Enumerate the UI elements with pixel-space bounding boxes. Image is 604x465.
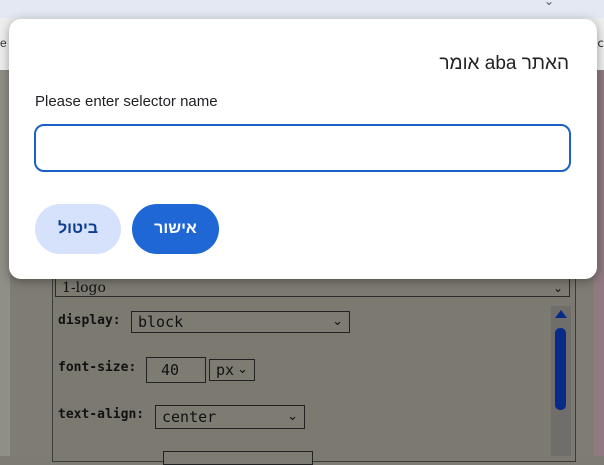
- dialog-title: האתר aba אומר: [439, 53, 569, 74]
- display-label: display:: [58, 313, 121, 328]
- dialog-prompt-label: Please enter selector name: [35, 93, 218, 110]
- display-value: block: [138, 313, 184, 331]
- selector-dropdown[interactable]: 1-logo ⌄: [55, 277, 570, 297]
- cancel-button[interactable]: ביטול: [35, 204, 121, 254]
- browser-tab-strip: ⌄: [0, 0, 604, 18]
- chevron-down-icon: ⌄: [237, 362, 248, 377]
- font-size-unit: px: [216, 361, 235, 379]
- chevron-icon: ⌄: [543, 0, 554, 8]
- display-select[interactable]: block ⌄: [131, 311, 350, 333]
- font-size-value: 40: [161, 361, 180, 379]
- font-size-unit-select[interactable]: px ⌄: [209, 359, 255, 381]
- next-property-select[interactable]: [163, 451, 313, 465]
- panel-scrollbar[interactable]: [551, 306, 571, 456]
- selector-value: 1-logo: [62, 280, 106, 296]
- toolbar-edge-left: e: [0, 36, 7, 50]
- text-align-label: text-align:: [58, 407, 145, 422]
- scroll-thumb[interactable]: [555, 328, 566, 410]
- selector-name-input[interactable]: [34, 124, 571, 172]
- chevron-down-icon: ⌄: [332, 314, 343, 329]
- chevron-down-icon: ⌄: [287, 409, 298, 424]
- text-align-select[interactable]: center ⌄: [155, 405, 305, 429]
- font-size-label: font-size:: [58, 360, 137, 375]
- text-align-value: center: [162, 408, 217, 426]
- toolbar-edge-right: ⅽ: [597, 36, 604, 50]
- prompt-dialog: האתר aba אומר Please enter selector name…: [9, 19, 597, 279]
- ok-button[interactable]: אישור: [132, 204, 219, 254]
- css-editor-panel: 1-logo ⌄ display: block ⌄ font-size: 40 …: [52, 270, 576, 465]
- font-size-input[interactable]: 40: [146, 357, 206, 383]
- scroll-up-arrow-icon[interactable]: [555, 310, 567, 318]
- chevron-down-icon: ⌄: [552, 281, 563, 295]
